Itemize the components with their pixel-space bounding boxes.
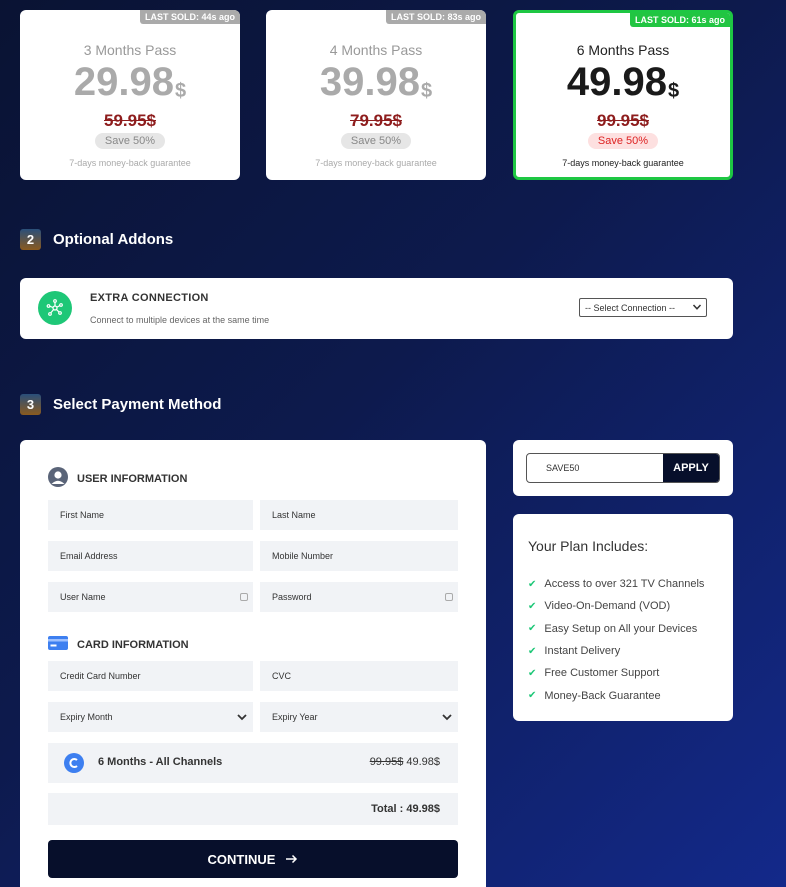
plan-card-4-months[interactable]: LAST SOLD: 83s ago 4 Months Pass 39.98$ … — [266, 10, 486, 180]
plan-price: 29.98$ — [73, 60, 187, 104]
user-info-heading: USER INFORMATION — [48, 467, 187, 490]
expiry-month-select[interactable]: Expiry Month — [48, 702, 253, 732]
chevron-down-icon — [441, 712, 453, 724]
list-item: ✔ Access to over 321 TV Channels — [528, 578, 705, 591]
expiry-year-select[interactable]: Expiry Year — [260, 702, 458, 732]
section-header-addons: 2 Optional Addons — [20, 229, 173, 250]
password-input[interactable]: Password — [260, 582, 458, 612]
check-icon: ✔ — [528, 645, 537, 657]
chevron-down-icon — [236, 712, 248, 724]
autofill-icon — [240, 593, 248, 601]
list-item: ✔ Video-On-Demand (VOD) — [528, 600, 671, 613]
addon-subtitle: Connect to multiple devices at the same … — [90, 315, 270, 325]
addon-extra-connection: EXTRA CONNECTION Connect to multiple dev… — [20, 278, 733, 339]
plan-old-price: 99.95$ — [597, 111, 649, 130]
plan-name: 6 Months Pass — [576, 42, 670, 58]
connection-select-value: -- Select Connection -- — [585, 302, 676, 313]
coupon-input[interactable]: SAVE50 — [546, 463, 579, 473]
guarantee-text: 7-days money-back guarantee — [69, 158, 191, 168]
email-input[interactable]: Email Address — [48, 541, 253, 571]
coupon-field: SAVE50 APPLY — [526, 453, 720, 483]
list-item: ✔ Free Customer Support — [528, 667, 660, 680]
list-item: ✔ Money-Back Guarantee — [528, 689, 661, 702]
user-avatar-icon — [48, 467, 68, 490]
summary-new-price: 49.98$ — [406, 756, 440, 768]
username-input[interactable]: User Name — [48, 582, 253, 612]
save-badge: Save 50% — [94, 133, 166, 149]
section-header-payment: 3 Select Payment Method — [20, 394, 221, 415]
card-info-heading: CARD INFORMATION — [48, 636, 189, 653]
check-icon: ✔ — [528, 690, 537, 702]
check-icon: ✔ — [528, 600, 537, 612]
plan-old-price: 59.95$ — [104, 111, 156, 130]
chevron-down-icon — [692, 302, 702, 314]
first-name-input[interactable]: First Name — [48, 500, 253, 530]
arrow-right-icon — [285, 852, 298, 867]
network-icon — [38, 291, 72, 325]
apply-coupon-button[interactable]: APPLY — [663, 454, 719, 482]
last-name-input[interactable]: Last Name — [260, 500, 458, 530]
autofill-icon — [445, 593, 453, 601]
guarantee-text: 7-days money-back guarantee — [315, 158, 437, 168]
save-badge: Save 50% — [340, 133, 412, 149]
last-sold-badge: LAST SOLD: 83s ago — [385, 10, 486, 24]
total-row: Total : 49.98$ — [48, 793, 458, 825]
coupon-card: SAVE50 APPLY — [513, 440, 733, 496]
addon-title: EXTRA CONNECTION — [90, 292, 209, 304]
plan-name: 3 Months Pass — [83, 42, 177, 58]
plan-card-3-months[interactable]: LAST SOLD: 44s ago 3 Months Pass 29.98$ … — [20, 10, 240, 180]
plan-includes-title: Your Plan Includes: — [528, 538, 649, 554]
plan-includes-list: ✔ Access to over 321 TV Channels ✔ Video-O… — [528, 573, 704, 707]
cvc-input[interactable]: CVC — [260, 661, 458, 691]
list-item: ✔ Instant Delivery — [528, 645, 621, 658]
last-sold-badge: LAST SOLD: 61s ago — [629, 13, 730, 27]
plan-price: 49.98$ — [566, 60, 680, 104]
order-summary-row: 6 Months - All Channels 99.95$ 49.98$ — [48, 743, 458, 783]
plan-card-6-months-selected[interactable]: LAST SOLD: 61s ago 6 Months Pass 49.98$ … — [513, 10, 733, 180]
last-sold-badge: LAST SOLD: 44s ago — [139, 10, 240, 24]
list-item: ✔ Easy Setup on All your Devices — [528, 622, 698, 635]
summary-plan-name: 6 Months - All Channels — [98, 756, 223, 768]
summary-old-price: 99.95$ — [369, 756, 404, 768]
plan-name: 4 Months Pass — [329, 42, 423, 58]
card-number-input[interactable]: Credit Card Number — [48, 661, 253, 691]
check-icon: ✔ — [528, 667, 537, 679]
save-badge: Save 50% — [587, 133, 659, 149]
connection-select[interactable]: -- Select Connection -- — [579, 298, 707, 317]
plan-logo-icon — [64, 753, 84, 773]
check-icon: ✔ — [528, 623, 537, 635]
credit-card-icon — [48, 636, 68, 653]
summary-price: 99.95$ 49.98$ — [370, 756, 440, 768]
payment-form: USER INFORMATION First Name Last Name Em… — [20, 440, 486, 887]
plan-price: 39.98$ — [319, 60, 433, 104]
section-title: Select Payment Method — [53, 396, 222, 413]
total-amount: Total : 49.98$ — [371, 803, 440, 815]
continue-button[interactable]: CONTINUE — [48, 840, 458, 878]
mobile-input[interactable]: Mobile Number — [260, 541, 458, 571]
section-title: Optional Addons — [53, 231, 174, 248]
plan-includes-card: Your Plan Includes: ✔ Access to over 321 … — [513, 514, 733, 721]
guarantee-text: 7-days money-back guarantee — [562, 158, 684, 168]
step-number: 2 — [20, 229, 41, 250]
step-number: 3 — [20, 394, 41, 415]
check-icon: ✔ — [528, 578, 537, 590]
plan-old-price: 79.95$ — [350, 111, 402, 130]
